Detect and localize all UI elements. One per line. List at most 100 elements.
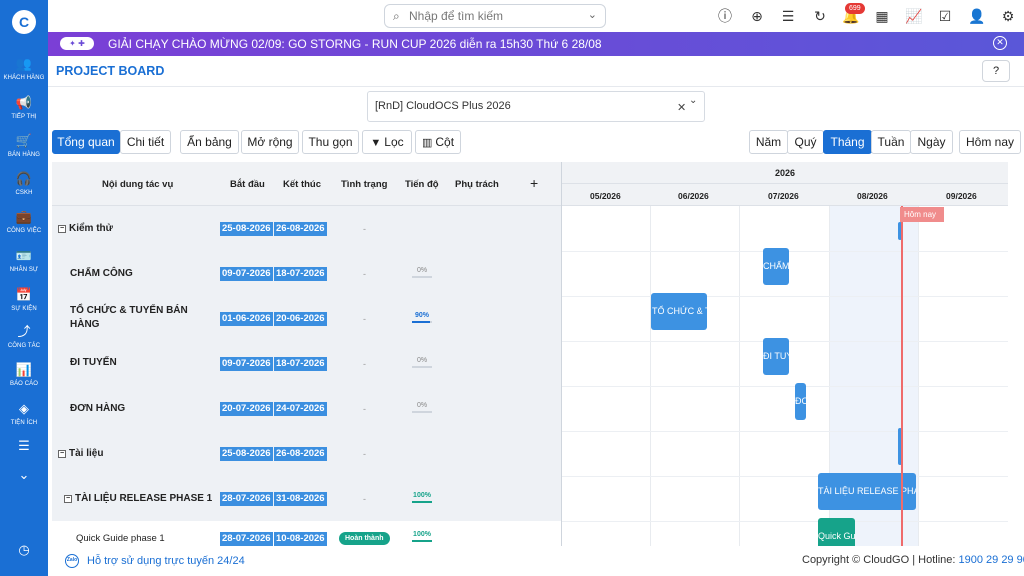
col-end[interactable]: Kết thúc — [283, 179, 321, 190]
status-badge: Hoàn thành — [339, 532, 390, 545]
rail-expand[interactable]: ⌄ — [0, 468, 48, 482]
hide-table-button[interactable]: Ẩn bảng — [180, 130, 239, 154]
chart-line-icon[interactable]: 📈 — [905, 7, 923, 25]
month-gridline — [918, 206, 919, 546]
gantt-scrollbar[interactable] — [1008, 162, 1024, 546]
zalo-icon[interactable]: Zalo — [65, 554, 79, 568]
add-circle-icon[interactable]: ⊕ — [748, 7, 766, 25]
task-grid-header: Nội dung tác vụ Bắt đầu Kết thúc Tình tr… — [52, 162, 562, 206]
cloudgo-logo[interactable]: C — [12, 10, 36, 34]
clock-icon: ◷ — [18, 542, 30, 557]
table-row[interactable]: TỔ CHỨC & TUYỂN BÁN HÀNG 01-06-2026 20-0… — [52, 296, 562, 341]
rail-item-hr[interactable]: 🪪 NHÂN SỰ — [0, 248, 48, 274]
gantt-bar[interactable]: TỔ CHỨC & TUYỂN BÁN HÀNG — [651, 293, 707, 330]
support-link[interactable]: Hỗ trợ sử dụng trực tuyến 24/24 — [87, 555, 245, 567]
gantt-bar[interactable]: Quick Guide phase 1 — [818, 518, 855, 546]
status: - — [363, 404, 366, 414]
today-label: Hôm nay — [900, 207, 944, 222]
tab-overview[interactable]: Tổng quan — [52, 130, 120, 154]
global-search[interactable]: ⌕ ⌄ — [384, 4, 606, 28]
scale-month[interactable]: Tháng — [823, 130, 872, 154]
status: - — [363, 224, 366, 234]
gantt-bar[interactable]: ĐI TUYẾN — [763, 338, 789, 375]
chevron-down-icon[interactable]: ⌄ — [588, 8, 597, 21]
col-owner[interactable]: Phụ trách — [455, 179, 499, 190]
task-name: CHẤM CÔNG — [70, 268, 133, 279]
table-row[interactable]: CHẤM CÔNG 09-07-2026 18-07-2026 - 0% — [52, 251, 562, 296]
announcement-bar: ✦ ✚ GIẢI CHẠY CHÀO MỪNG 02/09: GO STORNG… — [48, 32, 1024, 56]
calendar-icon[interactable]: ▦ — [873, 7, 891, 25]
month-label: 05/2026 — [590, 191, 621, 201]
columns-button[interactable]: ▥ Cột — [415, 130, 461, 154]
month-label: 07/2026 — [768, 191, 799, 201]
scale-year[interactable]: Năm — [749, 130, 788, 154]
start-date: 25-08-2026 — [220, 447, 273, 461]
today-button[interactable]: Hôm nay — [959, 130, 1021, 154]
collapse-toggle[interactable]: − — [58, 225, 66, 233]
search-input[interactable] — [409, 8, 579, 24]
sync-icon[interactable]: ↻ — [811, 7, 829, 25]
collapse-toggle[interactable]: − — [64, 495, 72, 503]
table-row[interactable]: − Kiểm thử 25-08-2026 26-08-2026 - — [52, 206, 562, 251]
month-gridline — [739, 206, 740, 546]
end-date: 31-08-2026 — [274, 492, 327, 506]
progress: 100% — [412, 531, 432, 542]
col-task[interactable]: Nội dung tác vụ — [102, 179, 173, 190]
id-card-icon: 🪪 — [15, 248, 33, 263]
rail-item-business-trip[interactable]: ⤴ CÔNG TÁC — [0, 325, 48, 350]
chevron-down-icon[interactable]: ⌄ — [689, 95, 697, 106]
rail-item-utilities[interactable]: ◈ TIỆN ÍCH — [0, 402, 48, 427]
users-icon: 👥 — [15, 56, 33, 71]
rail-item-marketing[interactable]: 📢 TIẾP THỊ — [0, 96, 48, 121]
expand-button[interactable]: Mở rộng — [241, 130, 299, 154]
user-icon[interactable]: 👤 — [968, 7, 986, 25]
filter-button[interactable]: ▼ Lọc — [362, 130, 412, 154]
start-date: 20-07-2026 — [220, 402, 273, 416]
table-row[interactable]: ĐƠN HÀNG 20-07-2026 24-07-2026 - 0% — [52, 386, 562, 431]
close-icon[interactable]: ✕ — [993, 36, 1007, 50]
task-name: Quick Guide phase 1 — [76, 533, 165, 544]
col-progress[interactable]: Tiến độ — [405, 179, 439, 190]
rail-item-tasks[interactable]: 💼 CÔNG VIỆC — [0, 209, 48, 235]
end-date: 10-08-2026 — [274, 532, 327, 546]
rail-item-reports[interactable]: 📊 BÁO CÁO — [0, 363, 48, 388]
rail-item-customers[interactable]: 👥 KHÁCH HÀNG — [0, 56, 48, 82]
scale-quarter[interactable]: Quý — [787, 130, 824, 154]
table-row[interactable]: ĐI TUYẾN 09-07-2026 18-07-2026 - 0% — [52, 341, 562, 386]
add-column-button[interactable]: + — [530, 175, 538, 191]
alert-icon[interactable]: ⓘ — [716, 7, 734, 25]
row-gridline — [562, 296, 1008, 297]
col-status[interactable]: Tình trạng — [341, 179, 387, 190]
table-row[interactable]: Quick Guide phase 1 28-07-2026 10-08-202… — [52, 521, 562, 546]
start-date: 28-07-2026 — [220, 492, 273, 506]
month-label: 06/2026 — [678, 191, 709, 201]
status: - — [363, 449, 366, 459]
table-row[interactable]: − Tài liệu 25-08-2026 26-08-2026 - — [52, 431, 562, 476]
help-button[interactable]: ? — [982, 60, 1010, 82]
table-row[interactable]: − TÀI LIỆU RELEASE PHASE 1 28-07-2026 31-… — [52, 476, 562, 521]
scale-day[interactable]: Ngày — [910, 130, 953, 154]
collapse-toggle[interactable]: − — [58, 450, 66, 458]
rail-item-events[interactable]: 📅 SỰ KIỆN — [0, 288, 48, 313]
rail-item-sales[interactable]: 🛒 BÁN HÀNG — [0, 134, 48, 159]
list-icon[interactable]: ☰ — [779, 7, 797, 25]
rail-item-more[interactable]: ☰ — [0, 439, 48, 453]
briefcase-icon: 💼 — [15, 209, 33, 224]
row-gridline — [562, 431, 1008, 432]
month-label: 09/2026 — [946, 191, 977, 201]
announcement-text[interactable]: GIẢI CHẠY CHÀO MỪNG 02/09: GO STORNG - R… — [108, 37, 602, 51]
rail-item-support[interactable]: 🎧 CSKH — [0, 172, 48, 197]
progress: 0% — [412, 402, 432, 413]
checkbox-icon[interactable]: ☑ — [936, 7, 954, 25]
collapse-button[interactable]: Thu gọn — [302, 130, 359, 154]
rail-history[interactable]: ◷ — [0, 543, 48, 557]
scale-week[interactable]: Tuần — [871, 130, 911, 154]
clear-icon[interactable]: ✕ — [677, 101, 686, 114]
gantt-bar[interactable]: ĐƠN HÀNG — [795, 383, 806, 420]
gear-icon[interactable]: ⚙ — [999, 7, 1017, 25]
tab-detail[interactable]: Chi tiết — [120, 130, 171, 154]
col-start[interactable]: Bắt đầu — [230, 179, 265, 190]
project-select[interactable]: [RnD] CloudOCS Plus 2026 ✕ ⌄ — [367, 91, 705, 122]
gantt-bar[interactable]: CHẤM CÔNG — [763, 248, 789, 285]
hotline-number[interactable]: 1900 29 29 90 — [959, 554, 1024, 566]
